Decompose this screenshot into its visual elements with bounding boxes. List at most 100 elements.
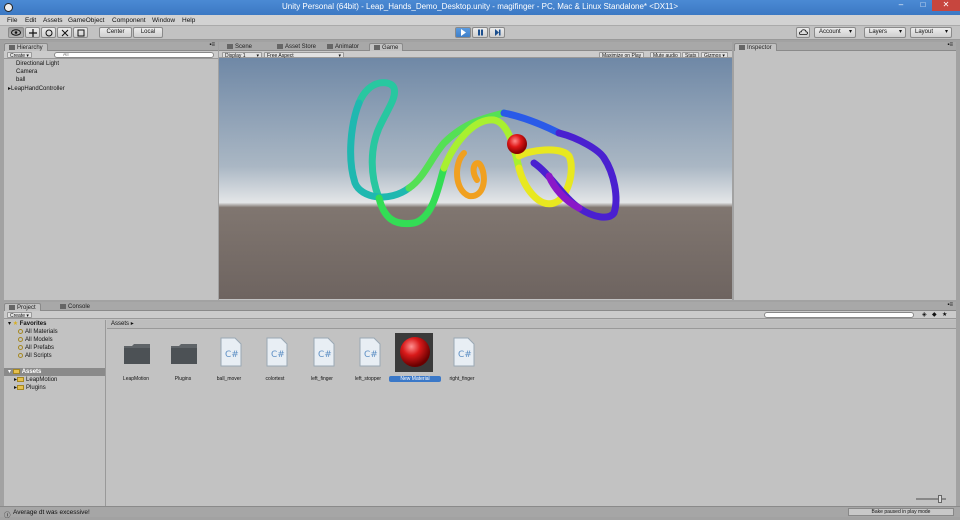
list-icon [9, 44, 15, 50]
filter-icon[interactable]: ◈ [922, 311, 927, 318]
menu-edit[interactable]: Edit [25, 17, 36, 24]
pivot-local-button[interactable]: Local [133, 27, 163, 38]
tab-asset-store[interactable]: Asset Store [273, 43, 320, 51]
star-icon[interactable]: ★ [942, 311, 947, 318]
menu-window[interactable]: Window [152, 17, 175, 24]
asset-item[interactable]: Plugins [163, 333, 203, 389]
status-message[interactable]: Average dt was excessive! [13, 509, 90, 516]
favorites-label: Favorites [19, 321, 47, 327]
move-tool-button[interactable] [25, 27, 40, 38]
play-button[interactable] [455, 27, 471, 38]
search-placeholder: All [63, 52, 69, 58]
view-tool-button[interactable] [8, 27, 24, 38]
menu-assets[interactable]: Assets [43, 17, 63, 24]
icon-size-slider[interactable] [916, 495, 946, 503]
hierarchy-subbar: Create ▾ All [4, 51, 218, 59]
project-create-button[interactable]: Create ▾ [7, 312, 32, 319]
layers-dropdown[interactable]: Layers ▾ [864, 27, 906, 38]
asset-folder-node[interactable]: ▸ LeapMotion [14, 376, 105, 384]
panel-menu-icon[interactable]: ▪≡ [947, 302, 953, 308]
folder-icon [17, 376, 25, 382]
hierarchy-create-button[interactable]: Create ▾ [7, 52, 32, 59]
favorite-label: All Models [25, 337, 53, 343]
favorite-label: All Materials [25, 329, 58, 335]
asset-label: left_stopper [354, 376, 382, 382]
favorite-label: All Scripts [25, 353, 52, 359]
asset-item[interactable]: C# left_finger [302, 333, 342, 389]
account-dropdown[interactable]: Account ▾ [814, 27, 856, 38]
maximize-button[interactable]: □ [912, 0, 934, 11]
hierarchy-panel: Hierarchy ▪≡ Create ▾ All Directional Li… [4, 42, 218, 300]
scale-icon [61, 29, 68, 37]
rotate-tool-button[interactable] [41, 27, 56, 38]
game-viewport[interactable] [219, 58, 732, 299]
close-button[interactable]: ✕ [932, 0, 960, 11]
favorite-item[interactable]: All Materials [18, 328, 105, 336]
favorites-node[interactable]: ▾ ★ Favorites [8, 320, 105, 328]
menu-file[interactable]: File [7, 17, 17, 24]
tab-animator-label: Animator [335, 44, 360, 50]
csharp-script-icon: C# [266, 337, 288, 367]
script-icon-text: C# [318, 350, 332, 360]
hierarchy-search-input[interactable]: All [54, 52, 214, 58]
tab-console[interactable]: Console [56, 303, 94, 311]
folder-icon [171, 344, 197, 364]
rect-tool-button[interactable] [73, 27, 88, 38]
panel-menu-icon[interactable]: ▪≡ [209, 42, 215, 48]
favorite-item[interactable]: All Scripts [18, 352, 105, 360]
hierarchy-item-expandable[interactable]: ▸LeapHandController [8, 85, 65, 92]
asset-label: colortest [265, 376, 285, 382]
asset-folder-node[interactable]: ▸ Plugins [14, 384, 105, 392]
assets-node[interactable]: ▾ Assets [4, 368, 105, 376]
tab-scene[interactable]: Scene [223, 43, 256, 51]
menu-component[interactable]: Component [112, 17, 146, 24]
menu-help[interactable]: Help [182, 17, 195, 24]
hierarchy-item[interactable]: Camera [16, 69, 37, 75]
layout-dropdown[interactable]: Layout ▾ [910, 27, 952, 38]
project-tree: ▾ ★ Favorites All Materials All Models A… [4, 320, 106, 506]
hierarchy-item[interactable]: ball [16, 77, 25, 83]
pivot-center-button[interactable]: Center [99, 27, 132, 38]
panel-menu-icon[interactable]: ▪≡ [947, 42, 953, 48]
star-icon: ★ [12, 321, 19, 327]
slider-handle[interactable] [938, 495, 942, 503]
script-icon-text: C# [271, 350, 285, 360]
minimize-button[interactable]: – [890, 0, 912, 11]
step-button[interactable] [489, 27, 505, 38]
game-render [219, 58, 732, 299]
tab-game[interactable]: Game [369, 43, 404, 51]
asset-item-selected[interactable]: New Material [389, 333, 441, 389]
project-search-input[interactable] [764, 312, 914, 318]
center-tabstrip: Scene Asset Store Animator Game [219, 42, 732, 51]
cloud-button[interactable] [796, 27, 810, 38]
asset-item[interactable]: C# ball_mover [209, 333, 249, 389]
folder-icon [12, 368, 20, 374]
cloud-icon [798, 29, 808, 35]
console-icon [60, 303, 66, 309]
folder-icon [17, 384, 25, 390]
tab-animator[interactable]: Animator [323, 43, 363, 51]
asset-item[interactable]: C# colortest [255, 333, 295, 389]
script-icon-text: C# [458, 350, 472, 360]
breadcrumb-assets[interactable]: Assets [111, 321, 129, 327]
csharp-script-icon: C# [220, 337, 242, 367]
hierarchy-item[interactable]: Directional Light [16, 61, 59, 67]
scale-tool-button[interactable] [57, 27, 72, 38]
inspector-tabstrip: Inspector ▪≡ [734, 42, 956, 51]
tab-hierarchy[interactable]: Hierarchy [4, 43, 48, 51]
tab-project[interactable]: Project [4, 303, 41, 311]
asset-item[interactable]: LeapMotion [116, 333, 156, 389]
search-icon [18, 344, 23, 350]
favorite-item[interactable]: All Prefabs [18, 344, 105, 352]
asset-item[interactable]: C# right_finger [442, 333, 482, 389]
move-icon [28, 29, 37, 37]
asset-item[interactable]: C# left_stopper [348, 333, 388, 389]
grid-icon [227, 43, 233, 49]
chevron-right-icon: ▸ [130, 321, 134, 327]
tab-console-label: Console [68, 304, 91, 310]
pause-button[interactable] [472, 27, 488, 38]
tab-inspector[interactable]: Inspector [734, 43, 777, 51]
favorite-item[interactable]: All Models [18, 336, 105, 344]
label-icon[interactable]: ◆ [932, 311, 937, 318]
menu-gameobject[interactable]: GameObject [68, 17, 105, 24]
